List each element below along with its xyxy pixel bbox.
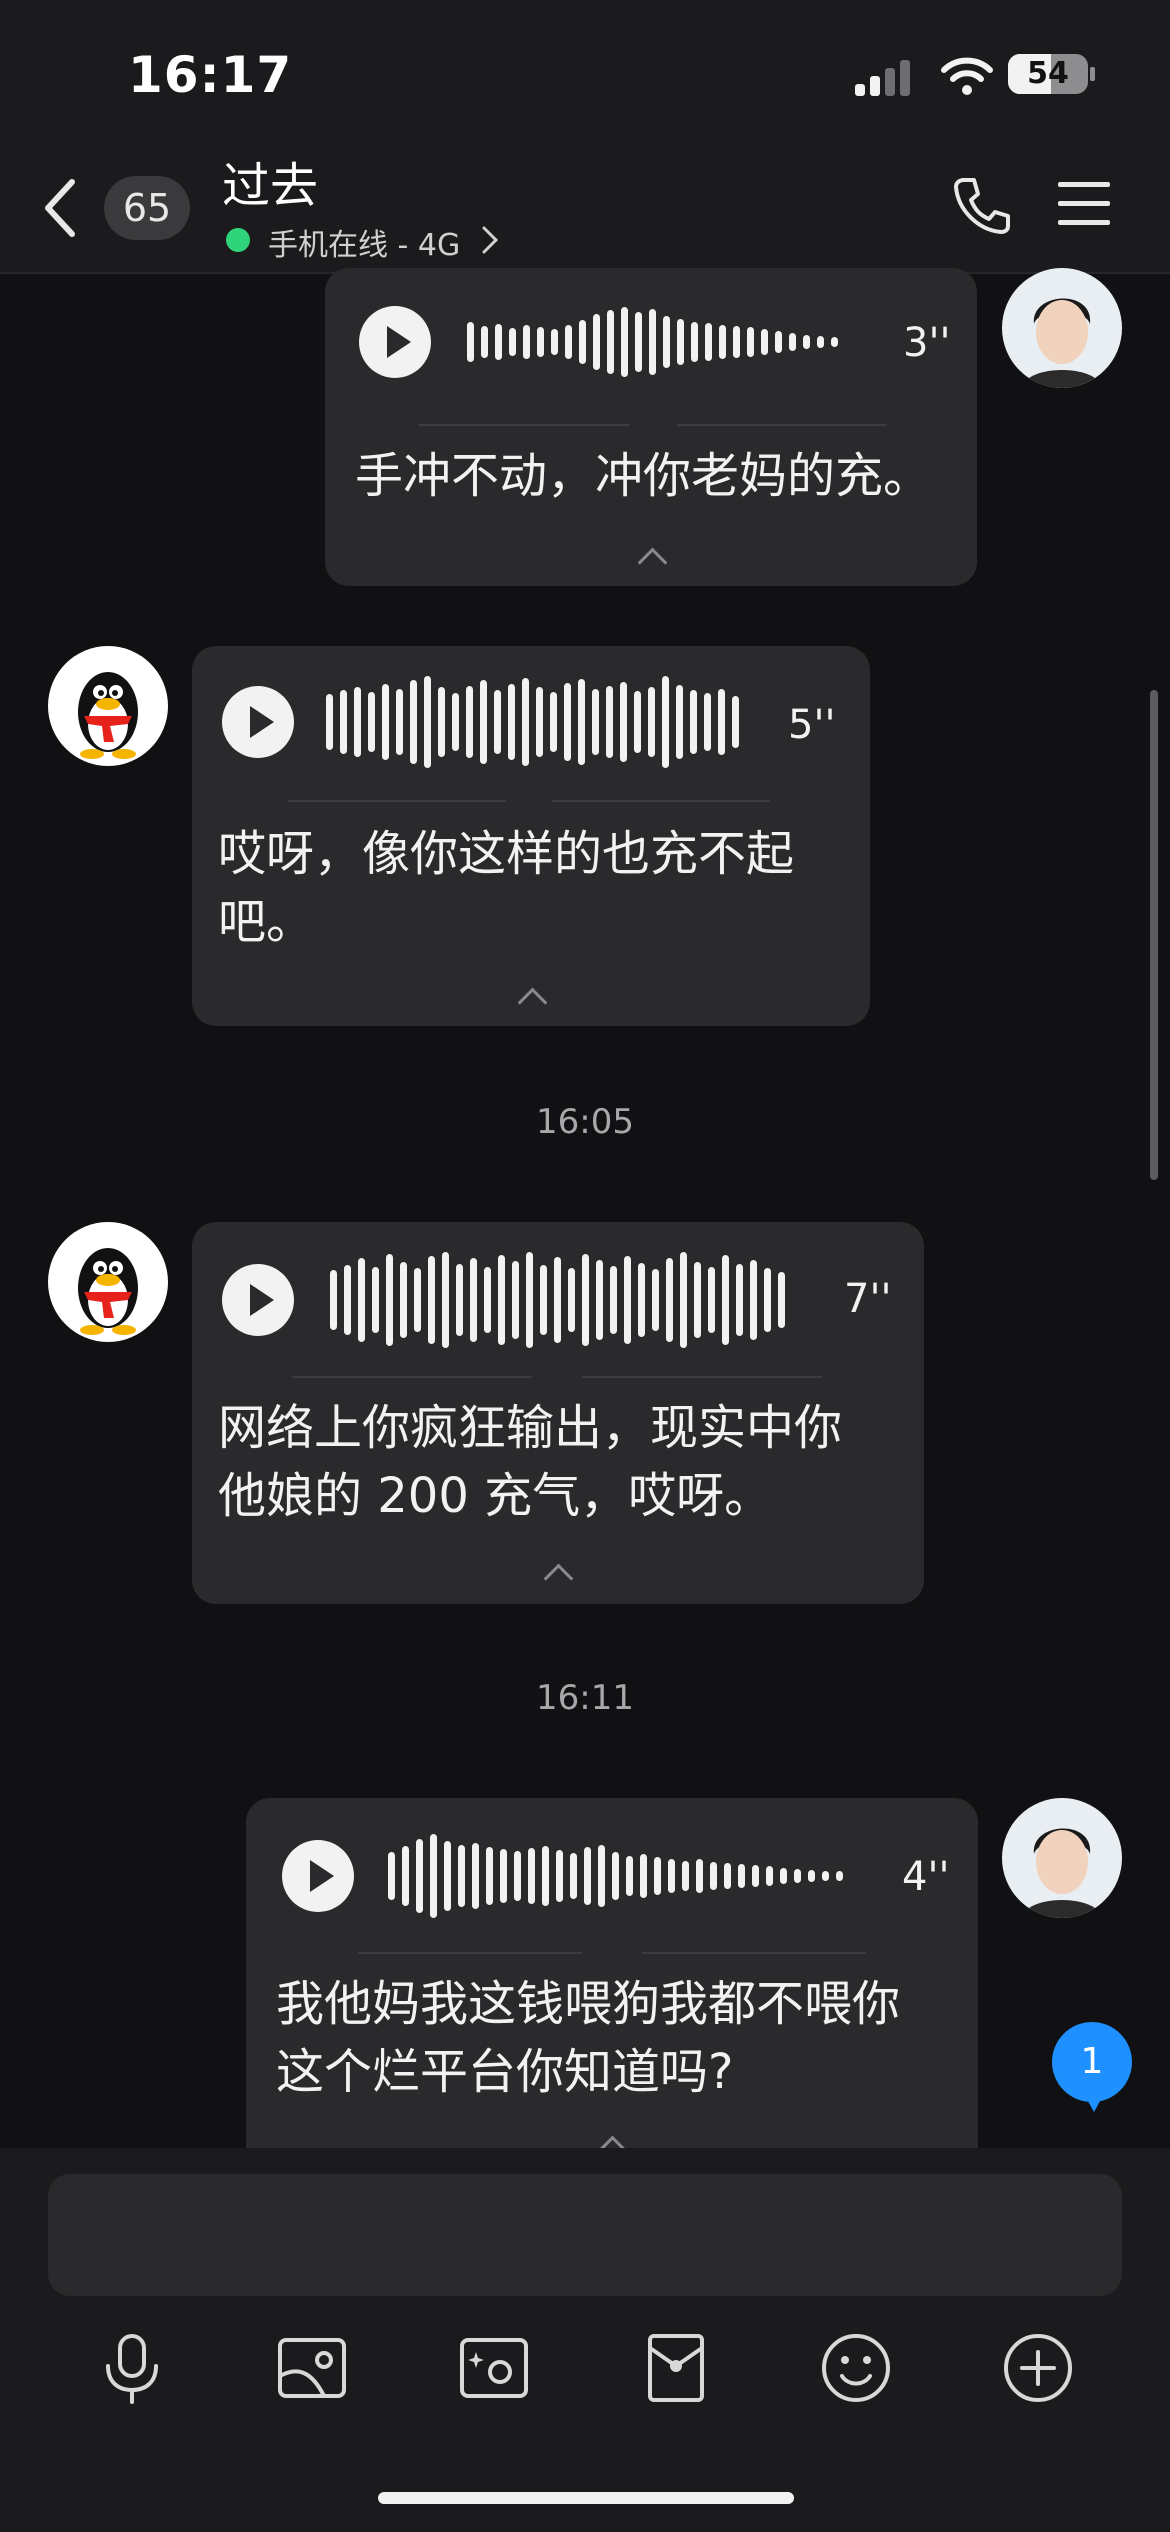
battery-level: 54 <box>1027 56 1069 91</box>
camera-icon[interactable] <box>454 2328 534 2408</box>
collapse-caret-icon[interactable] <box>637 547 668 578</box>
new-message-badge[interactable]: 1 <box>1052 2022 1132 2112</box>
divider <box>358 1952 582 1954</box>
voice-duration: 4'' <box>902 1854 950 1900</box>
status-time: 16:17 <box>128 46 293 104</box>
red-packet-icon[interactable] <box>636 2328 716 2408</box>
wifi-icon <box>941 57 993 95</box>
play-icon[interactable] <box>222 686 294 758</box>
plus-icon[interactable] <box>998 2328 1078 2408</box>
time-stamp: 16:11 <box>536 1678 634 1718</box>
transcript-text-line: 网络上你疯狂输出，现实中你 <box>218 1400 843 1456</box>
transcript-text-line: 这个烂平台你知道吗? <box>276 2044 734 2100</box>
unread-count-badge[interactable]: 65 <box>104 176 190 240</box>
menu-icon[interactable] <box>1058 180 1110 228</box>
transcript-text: 手冲不动，冲你老妈的充。 <box>355 448 932 504</box>
home-indicator[interactable] <box>378 2492 794 2504</box>
divider <box>419 424 629 426</box>
my-avatar[interactable] <box>1002 1798 1122 1918</box>
back-chevron-icon[interactable] <box>40 176 80 240</box>
voice-message-bubble[interactable]: 4'' 我他妈我这钱喂狗我都不喂你 这个烂平台你知道吗? <box>246 1798 978 2148</box>
divider <box>288 800 506 802</box>
voice-duration: 3'' <box>903 320 951 366</box>
voice-message-bubble[interactable]: 3'' 手冲不动，冲你老妈的充。 <box>325 268 977 586</box>
scrollbar[interactable] <box>1150 690 1158 1180</box>
voice-waveform[interactable] <box>467 306 838 378</box>
divider <box>552 800 770 802</box>
voice-message-bubble[interactable]: 5'' 哎呀，像你这样的也充不起 吧。 <box>192 646 870 1026</box>
online-dot-icon <box>226 228 250 252</box>
voice-message-bubble[interactable]: 7'' 网络上你疯狂输出，现实中你 他娘的 200 充气，哎呀。 <box>192 1222 924 1604</box>
my-avatar[interactable] <box>1002 268 1122 388</box>
voice-waveform[interactable] <box>388 1830 843 1922</box>
chevron-right-icon[interactable] <box>480 224 500 256</box>
transcript-text-line: 他娘的 200 充气，哎呀。 <box>218 1468 773 1524</box>
contact-name[interactable]: 过去 <box>222 146 318 216</box>
phone-call-icon[interactable] <box>950 174 1014 238</box>
voice-duration: 5'' <box>788 702 836 748</box>
voice-duration: 7'' <box>844 1276 892 1322</box>
divider <box>292 1376 532 1378</box>
battery-indicator: 54 <box>1008 54 1088 94</box>
divider <box>582 1376 822 1378</box>
signal-icon <box>855 60 910 96</box>
voice-waveform[interactable] <box>330 1250 785 1350</box>
microphone-icon[interactable] <box>92 2328 172 2408</box>
online-status[interactable]: 手机在线 - 4G <box>268 220 460 264</box>
voice-waveform[interactable] <box>326 676 739 768</box>
collapse-caret-icon[interactable] <box>543 1563 574 1594</box>
play-icon[interactable] <box>359 306 431 378</box>
divider <box>642 1952 866 1954</box>
image-icon[interactable] <box>272 2328 352 2408</box>
message-input[interactable] <box>48 2174 1122 2296</box>
contact-avatar[interactable] <box>48 1222 168 1342</box>
transcript-text-line: 哎呀，像你这样的也充不起 <box>218 826 795 882</box>
transcript-text-line: 吧。 <box>218 894 315 950</box>
play-icon[interactable] <box>282 1840 354 1912</box>
transcript-text-line: 我他妈我这钱喂狗我都不喂你 <box>276 1976 901 2032</box>
collapse-caret-icon[interactable] <box>517 987 548 1018</box>
collapse-caret-icon[interactable] <box>597 2135 628 2148</box>
divider <box>677 424 887 426</box>
time-stamp: 16:05 <box>536 1102 634 1142</box>
emoji-icon[interactable] <box>816 2328 896 2408</box>
battery-cap <box>1090 67 1095 81</box>
play-icon[interactable] <box>222 1264 294 1336</box>
contact-avatar[interactable] <box>48 646 168 766</box>
